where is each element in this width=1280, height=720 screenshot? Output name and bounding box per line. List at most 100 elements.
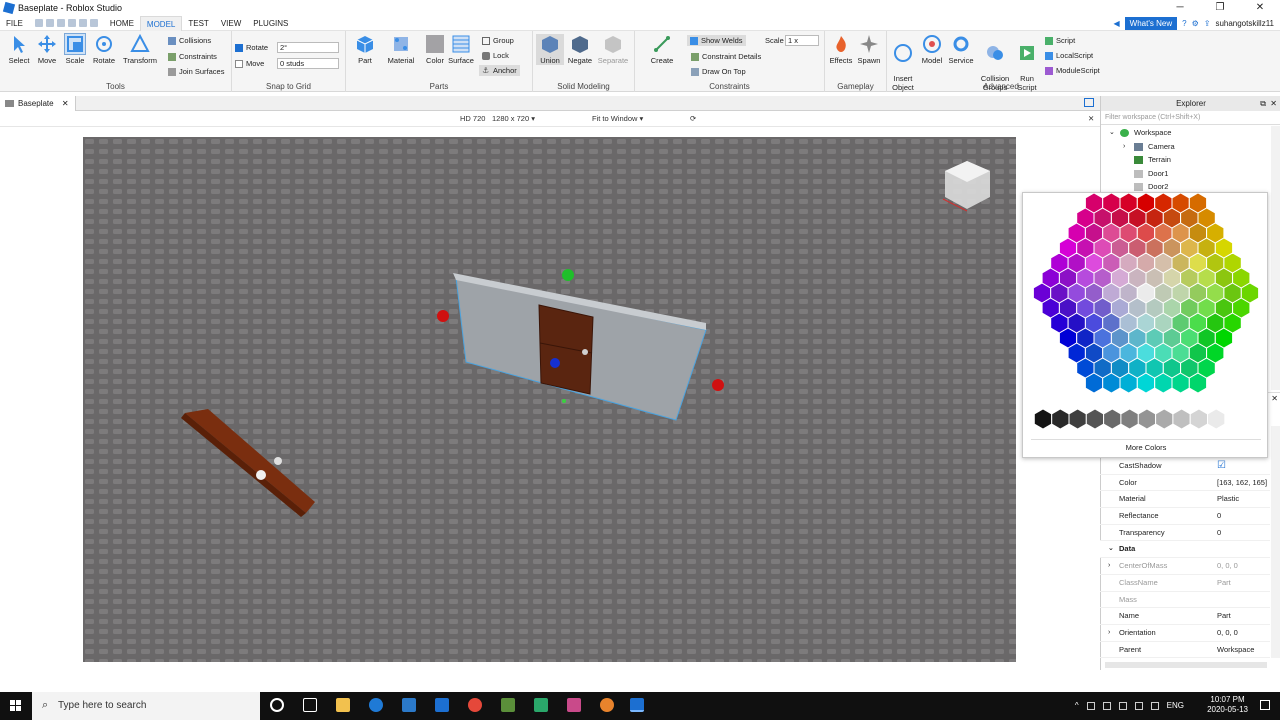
- scale-handle-green-small[interactable]: [562, 399, 566, 403]
- app-icon[interactable]: [567, 698, 581, 712]
- save-icon[interactable]: [78, 19, 87, 27]
- volume-icon[interactable]: [1150, 701, 1159, 710]
- notification-center-icon[interactable]: [1260, 700, 1270, 710]
- prop-row-parent[interactable]: Parent Workspace: [1100, 642, 1270, 659]
- union-button[interactable]: Union: [536, 34, 564, 65]
- palette-gray-swatch[interactable]: [1207, 408, 1226, 430]
- tab-model[interactable]: MODEL: [139, 15, 183, 31]
- palette-gray-swatch[interactable]: [1172, 408, 1191, 430]
- tab-view[interactable]: VIEW: [215, 16, 247, 31]
- baseplate[interactable]: [83, 137, 1016, 662]
- language-indicator[interactable]: ENG: [1167, 701, 1184, 710]
- collisions-toggle[interactable]: Collisions: [168, 36, 211, 45]
- model-button[interactable]: Model: [918, 34, 946, 65]
- properties-scrollbar[interactable]: [1271, 426, 1280, 658]
- move-snap-checkbox[interactable]: [235, 59, 243, 68]
- close-properties-icon[interactable]: ✕: [1271, 394, 1278, 403]
- prop-row-reflectance[interactable]: Reflectance 0: [1100, 508, 1270, 525]
- rotate-snap-input[interactable]: 2°: [277, 42, 339, 53]
- color-button[interactable]: Color: [421, 34, 449, 65]
- network-icon[interactable]: [1134, 701, 1143, 710]
- edge-icon[interactable]: [369, 698, 383, 712]
- minimize-button[interactable]: ─: [1160, 0, 1200, 16]
- draw-on-top-toggle[interactable]: Draw On Top: [691, 67, 746, 76]
- material-button[interactable]: Material: [386, 34, 416, 65]
- rotate-button[interactable]: Rotate: [90, 34, 118, 65]
- group-button[interactable]: Group: [482, 36, 514, 45]
- task-view-icon[interactable]: [303, 698, 317, 712]
- palette-gray-swatch[interactable]: [1120, 408, 1139, 430]
- palette-gray-swatch[interactable]: [1033, 408, 1053, 430]
- prop-row-material[interactable]: Material Plastic: [1100, 491, 1270, 509]
- palette-gray-swatch[interactable]: [1137, 408, 1157, 430]
- settings-icon[interactable]: ⚙: [1192, 19, 1199, 28]
- move-snap-toggle[interactable]: Move: [235, 59, 264, 68]
- close-viewport-icon[interactable]: ✕: [1088, 111, 1094, 127]
- taskbar-search-box[interactable]: Type here to search: [32, 692, 260, 720]
- anchor-button[interactable]: ⚓ Anchor: [479, 65, 520, 76]
- close-button[interactable]: ✕: [1240, 0, 1280, 16]
- join-surfaces-toggle[interactable]: Join Surfaces: [168, 67, 224, 76]
- undo-icon[interactable]: [45, 19, 54, 27]
- username[interactable]: suhangotskillz11: [1215, 19, 1274, 28]
- tree-item-door1[interactable]: Door1: [1101, 167, 1271, 181]
- palette-gray-swatch[interactable]: [1189, 408, 1208, 430]
- scale-handle-red-left[interactable]: [437, 310, 449, 322]
- dock-panel-icon[interactable]: ⧉: [1260, 99, 1266, 109]
- expand-chevron-icon[interactable]: ›: [1108, 558, 1110, 575]
- rotate-snap-toggle[interactable]: Rotate: [235, 43, 268, 52]
- constraint-details-toggle[interactable]: Constraint Details: [691, 52, 761, 61]
- palette-gray-swatch[interactable]: [1103, 408, 1122, 430]
- prop-category-data[interactable]: ⌄ Data: [1100, 541, 1270, 559]
- file-explorer-icon[interactable]: [336, 698, 350, 712]
- prop-row-mass[interactable]: Mass: [1100, 592, 1270, 609]
- app-icon[interactable]: [534, 698, 548, 712]
- prop-row-orientation[interactable]: › Orientation 0, 0, 0: [1100, 625, 1270, 642]
- explorer-scrollbar[interactable]: [1271, 126, 1280, 390]
- roblox-studio-active-icon[interactable]: [630, 698, 644, 712]
- fit-dropdown[interactable]: Fit to Window ▾: [592, 111, 643, 127]
- collapse-chevron-icon[interactable]: ⌄: [1109, 126, 1115, 140]
- chrome-icon[interactable]: [468, 698, 482, 712]
- scale-handle-blue[interactable]: [550, 358, 560, 368]
- expand-chevron-icon[interactable]: ›: [1123, 140, 1125, 154]
- constraints-toggle[interactable]: Constraints: [168, 52, 217, 61]
- tab-plugins[interactable]: PLUGINS: [247, 16, 294, 31]
- tree-item-camera[interactable]: › Camera: [1101, 140, 1271, 154]
- clock[interactable]: 10:07 PM 2020-05-13: [1207, 695, 1248, 715]
- palette-gray-swatch[interactable]: [1155, 408, 1174, 430]
- move-button[interactable]: Move: [33, 34, 61, 65]
- 3d-viewport[interactable]: [0, 127, 1100, 670]
- constraint-scale-input[interactable]: 1 x: [785, 35, 819, 46]
- create-constraint-button[interactable]: Create: [648, 34, 676, 65]
- scale-button[interactable]: Scale: [61, 33, 89, 65]
- prop-row-transparency[interactable]: Transparency 0: [1100, 525, 1270, 542]
- whats-new-button[interactable]: What's New: [1124, 17, 1178, 30]
- close-explorer-icon[interactable]: ✕: [1270, 99, 1277, 108]
- blender-icon[interactable]: [600, 698, 614, 712]
- palette-color-swatch[interactable]: [1240, 282, 1260, 304]
- device-preset[interactable]: HD 720: [460, 111, 485, 127]
- tab-home[interactable]: HOME: [104, 16, 140, 31]
- service-button[interactable]: Service: [947, 34, 975, 65]
- tray-icon[interactable]: [1118, 701, 1127, 710]
- prop-row-color[interactable]: Color [163, 162, 165]: [1100, 475, 1270, 492]
- collapse-chevron-icon[interactable]: ⌄: [1108, 541, 1114, 558]
- new-file-icon[interactable]: [34, 19, 43, 27]
- more-colors-button[interactable]: More Colors: [1031, 439, 1261, 454]
- prop-row-centerofmass[interactable]: › CenterOfMass 0, 0, 0: [1100, 558, 1270, 575]
- explorer-filter-input[interactable]: Filter workspace (Ctrl+Shift+X): [1101, 111, 1280, 125]
- customize-toolbar-icon[interactable]: [89, 19, 98, 27]
- roblox-studio-taskbar-icon[interactable]: [435, 698, 449, 712]
- float-panel-icon[interactable]: [1084, 98, 1094, 107]
- rotate-snap-checkbox[interactable]: [235, 43, 243, 52]
- tray-overflow-icon[interactable]: ^: [1075, 701, 1079, 710]
- tree-item-workspace[interactable]: ⌄ Workspace: [1101, 126, 1271, 140]
- 3d-scene[interactable]: [83, 137, 1016, 662]
- resolution-dropdown[interactable]: 1280 x 720 ▾: [492, 111, 535, 127]
- script-button[interactable]: Script: [1045, 36, 1075, 45]
- separate-button[interactable]: Separate: [596, 34, 630, 65]
- select-button[interactable]: Select: [5, 34, 33, 65]
- maximize-button[interactable]: ❐: [1200, 0, 1240, 16]
- door-part[interactable]: [538, 304, 594, 395]
